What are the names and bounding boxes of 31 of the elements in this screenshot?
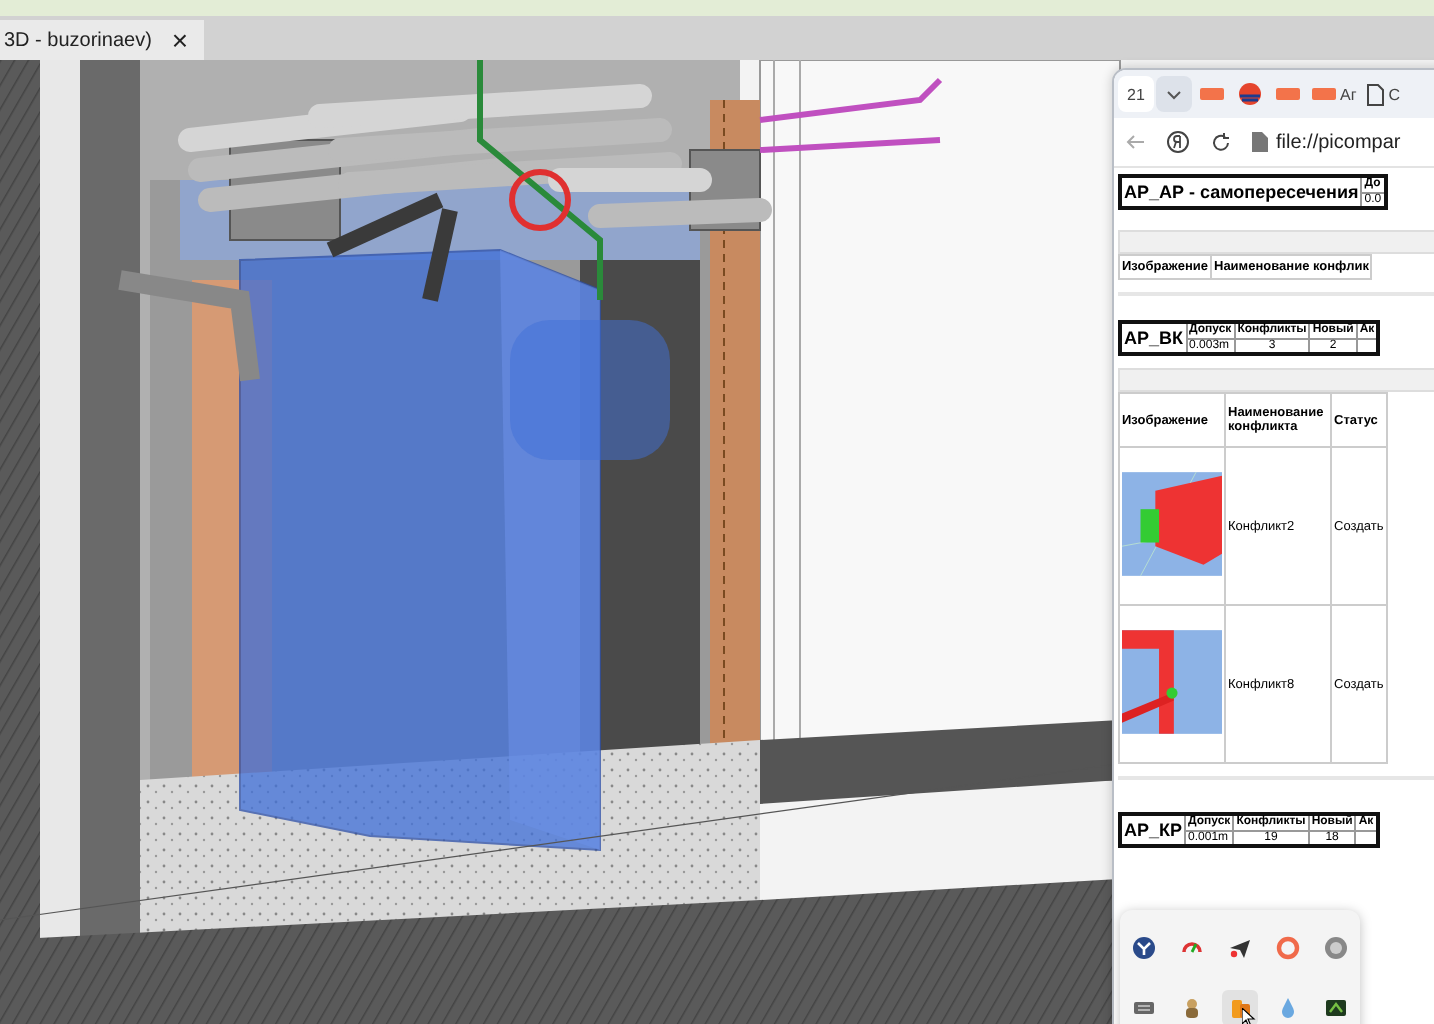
close-tab-button[interactable]: ×	[167, 26, 193, 54]
figure-icon	[1180, 996, 1204, 1020]
paper-plane-icon	[1228, 936, 1252, 960]
report-title: АР_АР - самопересечения	[1120, 176, 1362, 208]
tabs-menu-button[interactable]	[1156, 76, 1192, 112]
report-title: АР_КР	[1120, 814, 1186, 846]
ring-icon	[1276, 936, 1300, 960]
page-icon	[1366, 83, 1385, 105]
report-title: АР_ВК	[1120, 322, 1187, 354]
file-icon	[1252, 132, 1268, 152]
home-logo-button[interactable]	[1166, 130, 1190, 154]
tab-favicon-icon	[1276, 88, 1300, 100]
drop-icon	[1276, 996, 1300, 1020]
shield-icon	[1132, 936, 1156, 960]
tab-favicon-icon	[1200, 88, 1224, 100]
reload-button[interactable]	[1210, 131, 1232, 153]
conflict-thumbnail	[1122, 470, 1222, 578]
chip-icon	[1324, 996, 1348, 1020]
browser-tab[interactable]: С	[1362, 76, 1405, 112]
tab-favicon-icon	[1312, 88, 1336, 100]
tray-app-button[interactable]	[1222, 990, 1258, 1024]
address-text: file://picompar	[1276, 131, 1401, 153]
address-field[interactable]: file://picompar	[1252, 126, 1434, 158]
browser-tab[interactable]: Аг	[1308, 76, 1361, 112]
document-tab[interactable]: 3D - buzorinaev) ×	[0, 20, 205, 60]
tab-logo-icon	[1238, 82, 1262, 106]
chevron-down-icon	[1166, 89, 1182, 99]
conflict-thumbnail	[1122, 628, 1222, 736]
disc-icon	[1324, 936, 1348, 960]
browser-tab[interactable]: 21	[1118, 76, 1154, 112]
keyboard-icon	[1132, 996, 1156, 1020]
